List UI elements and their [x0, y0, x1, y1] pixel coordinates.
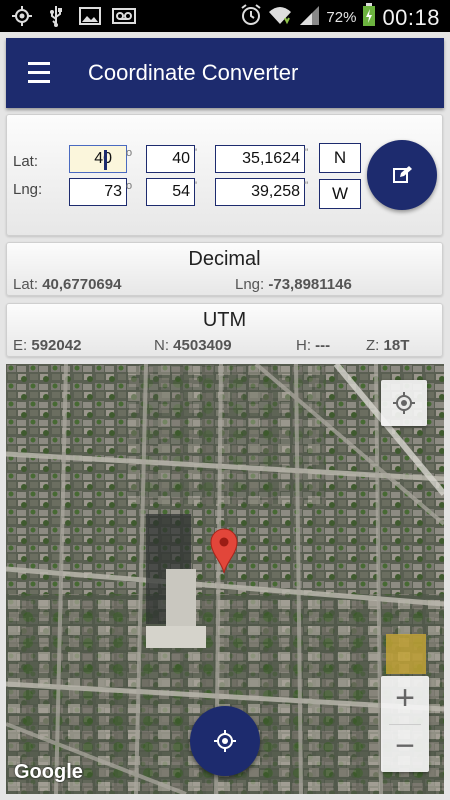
- clock: 00:18: [382, 4, 440, 30]
- decimal-lat: Lat: 40,6770694: [13, 276, 121, 293]
- lng-direction-button[interactable]: W: [319, 179, 361, 209]
- my-location-icon: [393, 392, 415, 414]
- battery-charging-icon: [362, 3, 376, 32]
- satellite-map[interactable]: + − Google: [6, 364, 444, 794]
- zoom-out-button[interactable]: −: [381, 724, 429, 772]
- utm-northing: N: 4503409: [154, 337, 232, 354]
- lat-direction-button[interactable]: N: [319, 143, 361, 173]
- app-bar: Coordinate Converter: [6, 38, 444, 108]
- screen: 72% 00:18 Coordinate Converter Lat: Lng:…: [0, 0, 450, 800]
- status-bar: 72% 00:18: [0, 0, 450, 32]
- lng-label: Lng:: [13, 181, 43, 198]
- lat-degrees-input[interactable]: 40: [69, 145, 127, 173]
- utm-height: H: ---: [296, 337, 330, 354]
- my-location-button[interactable]: [381, 380, 427, 426]
- lat-seconds-value: 35,1624: [242, 150, 300, 167]
- utm-z-label: Z:: [366, 337, 380, 354]
- lng-degrees-value: 73: [104, 183, 122, 200]
- utm-h-label: H:: [296, 337, 311, 354]
- map-pin-icon[interactable]: [210, 528, 238, 574]
- decimal-lat-value: 40,6770694: [42, 276, 122, 293]
- utm-z-value: 18T: [383, 337, 410, 354]
- lat-minutes-unit: ': [195, 147, 198, 159]
- lat-minutes-value: 40: [172, 150, 190, 167]
- alarm-icon: [240, 4, 262, 31]
- lng-degrees-input[interactable]: 73: [69, 178, 127, 206]
- center-location-fab-button[interactable]: [190, 706, 260, 776]
- utm-n-value: 4503409: [173, 337, 232, 354]
- battery-percent: 72%: [326, 9, 357, 26]
- lat-minutes-input[interactable]: 40: [146, 145, 195, 173]
- decimal-lng-label: Lng:: [235, 276, 265, 293]
- decimal-title: Decimal: [188, 248, 261, 270]
- zoom-in-button[interactable]: +: [381, 676, 429, 724]
- utm-e-value: 592042: [31, 337, 82, 354]
- hamburger-menu-icon[interactable]: [24, 62, 54, 84]
- lat-degrees-unit: o: [126, 147, 133, 159]
- lng-seconds-value: 39,258: [251, 183, 300, 200]
- picture-icon: [78, 5, 102, 27]
- lng-seconds-input[interactable]: 39,258: [215, 178, 305, 206]
- decimal-lng-value: -73,8981146: [268, 276, 352, 293]
- utm-title: UTM: [202, 309, 247, 331]
- gps-fixed-icon: [214, 730, 236, 752]
- utm-card: UTM E: 592042 N: 4503409 H: --- Z: 18T: [6, 303, 443, 357]
- utm-zone: Z: 18T: [366, 337, 409, 354]
- utm-easting: E: 592042: [13, 337, 81, 354]
- signal-icon: [298, 4, 320, 31]
- zoom-control: + −: [381, 676, 429, 772]
- text-cursor: [104, 150, 107, 170]
- lng-minutes-value: 54: [172, 183, 190, 200]
- decimal-card: Decimal Lat: 40,6770694 Lng: -73,8981146: [6, 242, 443, 296]
- lng-degrees-unit: o: [126, 180, 133, 192]
- lat-label: Lat:: [13, 153, 39, 170]
- utm-h-value: ---: [315, 337, 331, 354]
- lng-minutes-input[interactable]: 54: [146, 178, 195, 206]
- edit-fab-button[interactable]: [367, 140, 437, 210]
- usb-icon: [44, 5, 68, 27]
- edit-icon: [393, 166, 412, 183]
- utm-n-label: N:: [154, 337, 169, 354]
- lat-seconds-unit: '': [304, 147, 309, 159]
- google-attribution: Google: [14, 761, 83, 783]
- utm-e-label: E:: [13, 337, 28, 354]
- decimal-lat-label: Lat:: [13, 276, 39, 293]
- app-title: Coordinate Converter: [88, 60, 299, 85]
- lng-seconds-unit: '': [304, 180, 309, 192]
- decimal-lng: Lng: -73,8981146: [235, 276, 352, 293]
- lng-minutes-unit: ': [195, 180, 198, 192]
- lat-seconds-input[interactable]: 35,1624: [215, 145, 305, 173]
- gps-icon: [10, 5, 34, 27]
- wifi-icon: [268, 4, 292, 31]
- voicemail-icon: [112, 5, 136, 27]
